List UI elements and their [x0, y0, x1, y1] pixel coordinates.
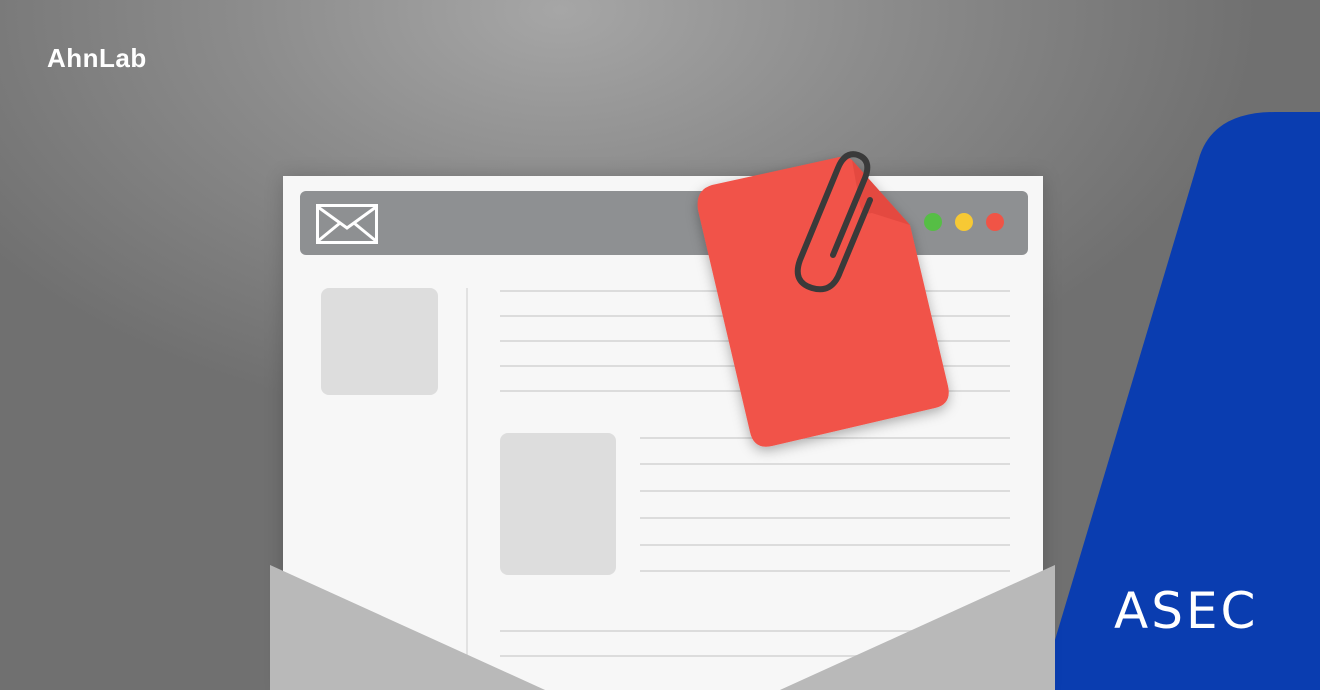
- banner-background: AhnLab ASEC: [0, 0, 1320, 690]
- asec-logo: ASEC: [1114, 582, 1259, 640]
